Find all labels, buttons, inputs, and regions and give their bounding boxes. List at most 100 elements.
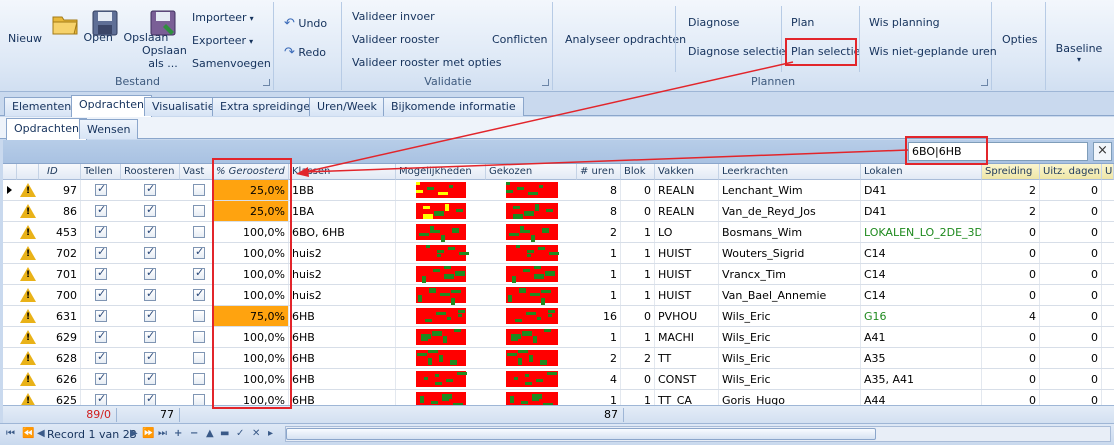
table-row[interactable]: !625100,0%6HB11TT_CAGoris_HugoA4400	[3, 390, 1114, 405]
delete-record-icon[interactable]: −	[190, 428, 198, 439]
vast-checkbox[interactable]	[193, 394, 205, 405]
roosteren-checkbox[interactable]	[144, 182, 156, 196]
roosteren-checkbox[interactable]	[144, 329, 156, 343]
roosteren-checkbox[interactable]	[144, 350, 156, 364]
table-row[interactable]: !9725,0%1BB80REALNLenchant_WimD4120	[3, 180, 1114, 201]
scrollbar-thumb[interactable]	[286, 428, 876, 440]
vast-checkbox[interactable]	[193, 352, 205, 364]
table-row[interactable]: !701100,0%huis211HUISTVrancx_TimC1400	[3, 264, 1114, 285]
tellen-checkbox[interactable]	[95, 371, 107, 385]
tellen-checkbox[interactable]	[95, 329, 107, 343]
prev-record-icon[interactable]: ◀	[37, 428, 45, 439]
tellen-checkbox[interactable]	[95, 287, 107, 301]
roosteren-checkbox[interactable]	[144, 203, 156, 217]
table-row[interactable]: !8625,0%1BA80REALNVan_de_Reyd_JosD4120	[3, 201, 1114, 222]
wis-planning-button[interactable]: Wis planning	[869, 16, 940, 29]
roosteren-checkbox[interactable]	[144, 308, 156, 322]
vast-checkbox[interactable]	[193, 266, 205, 280]
column-header-gekozen[interactable]: Gekozen	[486, 164, 577, 180]
column-header-geroosterd[interactable]: % Geroosterd	[213, 164, 289, 180]
cancel-icon[interactable]: ✕	[252, 428, 260, 439]
confirm-icon[interactable]: ✓	[236, 428, 244, 439]
column-header-blok[interactable]: Blok	[621, 164, 655, 180]
horizontal-scrollbar[interactable]	[285, 426, 1111, 442]
importeer-button[interactable]: Importeer ▾	[192, 11, 254, 24]
tab-visualisatie[interactable]: Visualisatie	[144, 97, 223, 116]
vast-checkbox[interactable]	[193, 205, 205, 217]
conflicten-button[interactable]: Conflicten	[492, 33, 547, 46]
next-page-icon[interactable]: ⏩	[142, 428, 154, 439]
tellen-checkbox[interactable]	[95, 203, 107, 217]
vast-checkbox[interactable]	[193, 310, 205, 322]
opslaan-als-button[interactable]: Opslaan als ...	[142, 8, 187, 70]
valideer-rooster-opties-button[interactable]: Valideer rooster met opties	[352, 56, 502, 69]
group-launcher-icon[interactable]	[981, 79, 988, 86]
more-icon[interactable]: ▸	[268, 428, 273, 439]
samenvoegen-button[interactable]: Samenvoegen	[192, 57, 271, 70]
group-launcher-icon[interactable]	[263, 79, 270, 86]
wis-niet-geplande-uren-button[interactable]: Wis niet-geplande uren	[869, 45, 997, 58]
column-header-leerkrachten[interactable]: Leerkrachten	[719, 164, 861, 180]
column-header-mogelijkheden[interactable]: Mogelijkheden	[396, 164, 486, 180]
column-header-uren[interactable]: # uren	[577, 164, 621, 180]
tab-uren-week[interactable]: Uren/Week	[309, 97, 385, 116]
subtab-wensen[interactable]: Wensen	[79, 119, 139, 139]
column-header-uit[interactable]: Ui	[1102, 164, 1114, 180]
vast-checkbox[interactable]	[193, 373, 205, 385]
baseline-button[interactable]: Baseline ▾	[1054, 42, 1104, 64]
vast-checkbox[interactable]	[193, 331, 205, 343]
table-row[interactable]: !63175,0%6HB160PVHOUWils_EricG1640	[3, 306, 1114, 327]
tellen-checkbox[interactable]	[95, 224, 107, 238]
column-header-roosteren[interactable]: Roosteren	[121, 164, 180, 180]
move-down-icon[interactable]: ▬	[220, 428, 229, 439]
nieuw-button[interactable]: Nieuw	[8, 32, 42, 45]
subtab-opdrachten[interactable]: Opdrachten	[6, 118, 87, 140]
tellen-checkbox[interactable]	[95, 182, 107, 196]
last-record-icon[interactable]: ⏭	[158, 428, 167, 439]
roosteren-checkbox[interactable]	[144, 371, 156, 385]
plan-button[interactable]: Plan	[791, 16, 814, 29]
redo-button[interactable]: ↷ Redo	[284, 45, 326, 60]
roosteren-checkbox[interactable]	[144, 245, 156, 259]
tellen-checkbox[interactable]	[95, 308, 107, 322]
tab-bijkomende-informatie[interactable]: Bijkomende informatie	[383, 97, 524, 116]
table-row[interactable]: !629100,0%6HB11MACHIWils_EricA4100	[3, 327, 1114, 348]
undo-button[interactable]: ↶ Undo	[284, 16, 327, 31]
clear-filter-icon[interactable]: ×	[1093, 142, 1112, 161]
filter-input[interactable]	[908, 142, 1088, 161]
diagnose-button[interactable]: Diagnose	[688, 16, 739, 29]
opties-button[interactable]: Opties	[1002, 33, 1038, 46]
table-row[interactable]: !702100,0%huis211HUISTWouters_SigridC140…	[3, 243, 1114, 264]
column-header-vast[interactable]: Vast	[180, 164, 213, 180]
move-up-icon[interactable]: ▲	[206, 428, 214, 439]
column-header-tellen[interactable]: Tellen	[81, 164, 121, 180]
table-row[interactable]: !453 100,0%6BO, 6HB 21LOBosmans_WimLOKALEN…	[3, 222, 1114, 243]
tab-opdrachten[interactable]: Opdrachten	[71, 95, 152, 117]
analyseer-opdrachten-button[interactable]: Analyseer opdrachten	[565, 33, 686, 46]
column-header-vakken[interactable]: Vakken	[655, 164, 719, 180]
tellen-checkbox[interactable]	[95, 392, 107, 405]
column-header-lokalen[interactable]: Lokalen	[861, 164, 982, 180]
exporteer-button[interactable]: Exporteer ▾	[192, 34, 253, 47]
add-record-icon[interactable]: +	[174, 428, 182, 439]
diagnose-selectie-button[interactable]: Diagnose selectie	[688, 45, 785, 58]
column-header-id[interactable]: ID	[39, 164, 81, 180]
roosteren-checkbox[interactable]	[144, 392, 156, 405]
column-header-spreiding[interactable]: Spreiding	[982, 164, 1040, 180]
column-header-uitz-dagen[interactable]: Uitz. dagen	[1040, 164, 1102, 180]
column-header-klassen[interactable]: Klassen	[289, 164, 396, 180]
next-record-icon[interactable]: ▶	[130, 428, 138, 439]
tellen-checkbox[interactable]	[95, 266, 107, 280]
roosteren-checkbox[interactable]	[144, 224, 156, 238]
vast-checkbox[interactable]	[193, 245, 205, 259]
open-button[interactable]: Open	[50, 8, 113, 44]
roosteren-checkbox[interactable]	[144, 266, 156, 280]
prev-page-icon[interactable]: ⏪	[22, 428, 34, 439]
table-row[interactable]: !626100,0%6HB40CONSTWils_EricA35, A4100	[3, 369, 1114, 390]
vast-checkbox[interactable]	[193, 184, 205, 196]
vast-checkbox[interactable]	[193, 287, 205, 301]
valideer-rooster-button[interactable]: Valideer rooster	[352, 33, 439, 46]
table-row[interactable]: !628100,0%6HB22TTWils_EricA3500	[3, 348, 1114, 369]
group-launcher-icon[interactable]	[542, 79, 549, 86]
table-row[interactable]: !700100,0%huis211HUISTVan_Bael_AnnemieC1…	[3, 285, 1114, 306]
